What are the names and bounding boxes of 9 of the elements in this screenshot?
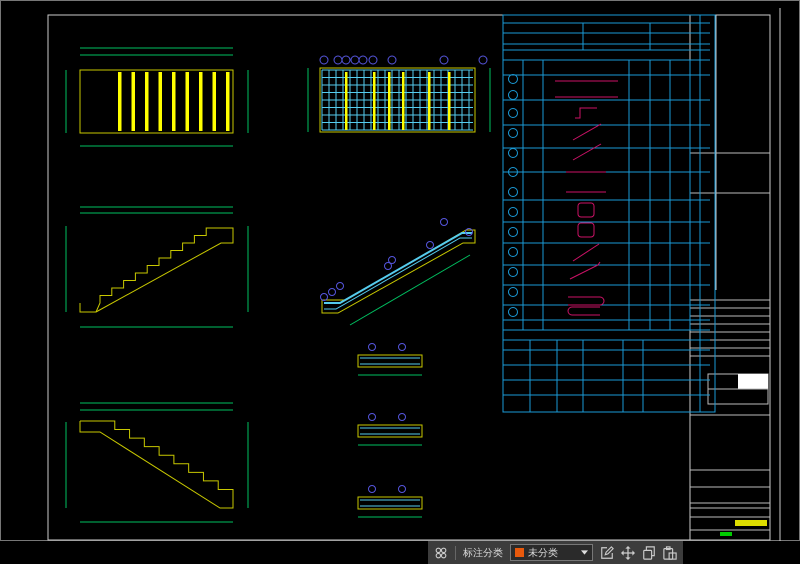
copy-icon[interactable] (642, 546, 656, 560)
grid-icon[interactable] (434, 546, 448, 560)
caret-icon (581, 550, 588, 555)
edit-icon[interactable] (600, 546, 614, 560)
paste-icon[interactable] (663, 546, 677, 560)
move-icon[interactable] (621, 546, 635, 560)
category-dropdown[interactable]: 未分类 (510, 544, 593, 561)
category-value: 未分类 (528, 546, 559, 560)
toolbar-label: 标注分类 (462, 546, 503, 560)
